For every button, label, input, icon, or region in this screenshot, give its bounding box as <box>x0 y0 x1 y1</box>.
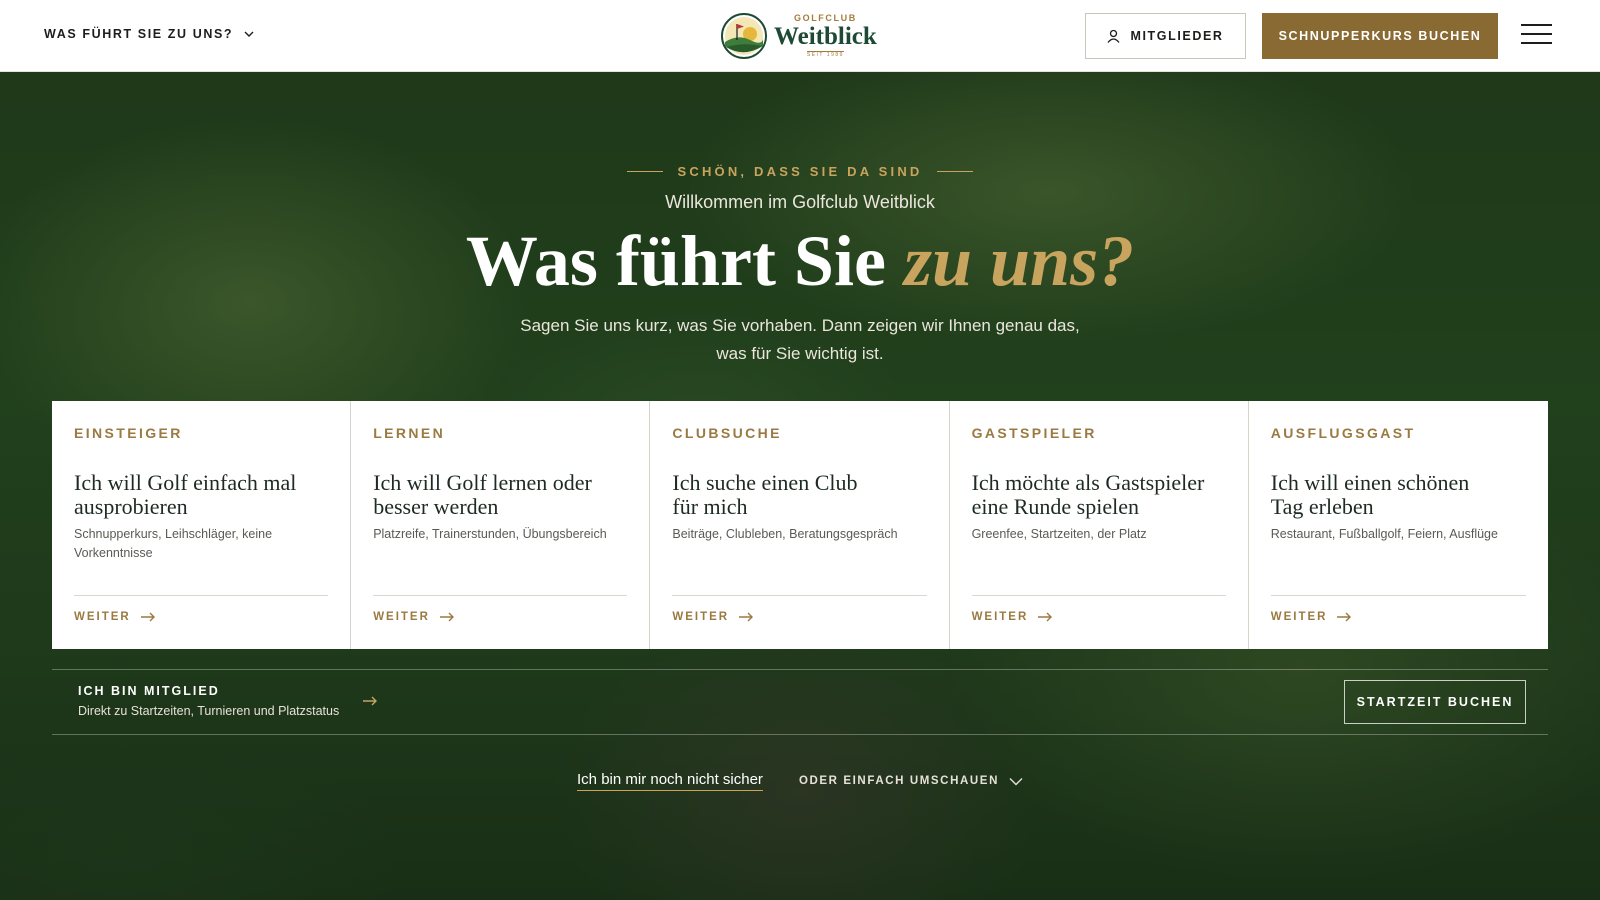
card-more-label: WEITER <box>971 611 1029 623</box>
card-more-link[interactable]: WEITER <box>373 611 455 623</box>
card-category: AUSFLUGSGAST <box>1270 425 1416 441</box>
card-clubsuche[interactable]: CLUBSUCHE Ich suche einen Club für mich B… <box>650 401 950 649</box>
arrow-right-icon <box>439 612 454 622</box>
card-description: Schnupperkurs, Leihschläger, keine Vorke… <box>74 527 273 560</box>
card-divider <box>74 595 329 596</box>
card-title-line: besser werden <box>373 494 499 519</box>
card-divider <box>1270 595 1526 596</box>
browse-link[interactable]: ODER EINFACH UMSCHAUEN <box>799 775 1023 787</box>
card-gastspieler[interactable]: GASTSPIELER Ich möchte als Gastspieler ei… <box>949 401 1249 649</box>
card-einsteiger[interactable]: EINSTEIGER Ich will Golf einfach mal ausp… <box>52 401 352 649</box>
book-tee-time-button[interactable]: STARTZEIT BUCHEN <box>1344 680 1526 724</box>
card-more-label: WEITER <box>373 611 430 623</box>
card-title-line: eine Runde spielen <box>971 494 1139 519</box>
card-description: Beiträge, Clubleben, Beratungsgespräch <box>672 527 898 541</box>
logo-text: GOLFCLUB Weitblick SEIT 1989 <box>774 14 877 58</box>
eyebrow-text: SCHÖN, DASS SIE DA SIND <box>677 164 923 179</box>
arrow-right-icon <box>1337 612 1352 622</box>
card-category: EINSTEIGER <box>74 425 183 441</box>
card-more-label: WEITER <box>672 611 730 623</box>
card-more-link[interactable]: WEITER <box>74 611 156 623</box>
card-more-link[interactable]: WEITER <box>972 611 1054 623</box>
card-more-label: WEITER <box>1270 611 1328 623</box>
logo[interactable]: GOLFCLUB Weitblick SEIT 1989 <box>720 12 877 60</box>
card-category: LERNEN <box>373 425 446 441</box>
card-more-link[interactable]: WEITER <box>672 611 754 623</box>
arrow-right-icon <box>363 696 378 706</box>
lead-line-2: was für Sie wichtig ist. <box>716 344 884 363</box>
user-icon <box>1107 29 1120 43</box>
book-tee-time-label: STARTZEIT BUCHEN <box>1356 695 1514 709</box>
eyebrow-line-left <box>627 171 664 172</box>
card-title-line: Tag erleben <box>1270 494 1374 519</box>
lead-line-1: Sagen Sie uns kurz, was Sie vorhaben. Da… <box>520 316 1080 335</box>
card-title-line: ausprobieren <box>74 494 188 519</box>
card-title: Ich will Golf lernen oder besser werden <box>373 471 627 519</box>
chevron-down-icon <box>244 31 254 37</box>
logo-small-text: GOLFCLUB <box>794 13 857 23</box>
headline-main: Was führt Sie <box>465 221 904 301</box>
member-text: ICH BIN MITGLIED Direkt zu Startzeiten, … <box>78 684 339 718</box>
card-divider <box>971 595 1226 596</box>
member-subtitle: Direkt zu Startzeiten, Turnieren und Pla… <box>78 704 340 718</box>
card-category: CLUBSUCHE <box>672 425 782 441</box>
intent-cards: EINSTEIGER Ich will Golf einfach mal ausp… <box>52 401 1548 649</box>
members-button-label: MITGLIEDER <box>1130 29 1224 43</box>
member-bar: ICH BIN MITGLIED Direkt zu Startzeiten, … <box>52 669 1548 735</box>
card-divider <box>672 595 927 596</box>
arrow-right-icon <box>140 612 155 622</box>
member-link[interactable]: ICH BIN MITGLIED Direkt zu Startzeiten, … <box>78 684 378 718</box>
hero-welcome: Willkommen im Golfclub Weitblick <box>665 192 935 212</box>
card-description: Greenfee, Startzeiten, der Platz <box>971 527 1147 541</box>
card-title-line: Ich will Golf einfach mal <box>74 470 297 495</box>
nav-menu-dropdown[interactable]: WAS FÜHRT SIE ZU UNS? <box>44 27 255 41</box>
members-button[interactable]: MITGLIEDER <box>1085 13 1246 59</box>
hero-eyebrow: SCHÖN, DASS SIE DA SIND <box>0 164 1600 179</box>
site-header: WAS FÜHRT SIE ZU UNS? GOLFCLUB Weitblick… <box>0 0 1600 72</box>
card-title-line: Ich suche einen Club <box>672 470 858 495</box>
nav-menu-label: WAS FÜHRT SIE ZU UNS? <box>44 27 234 41</box>
card-category: GASTSPIELER <box>971 425 1097 441</box>
golf-emblem-icon <box>721 13 767 59</box>
card-more-link[interactable]: WEITER <box>1271 611 1353 623</box>
member-title: ICH BIN MITGLIED <box>78 684 220 698</box>
unsure-link[interactable]: Ich bin mir noch nicht sicher <box>577 771 763 791</box>
card-title: Ich möchte als Gastspieler eine Runde spi… <box>972 471 1226 519</box>
card-title-line: Ich möchte als Gastspieler <box>971 470 1205 495</box>
card-more-label: WEITER <box>74 611 131 623</box>
card-description: Restaurant, Fußballgolf, Feiern, Ausflüg… <box>1270 527 1498 541</box>
card-title-line: für mich <box>672 494 748 519</box>
card-divider <box>373 595 628 596</box>
arrow-right-icon <box>1038 612 1053 622</box>
hamburger-menu-icon[interactable] <box>1521 24 1552 46</box>
bottom-links: Ich bin mir noch nicht sicher ODER EINFA… <box>0 771 1600 791</box>
logo-name: Weitblick <box>774 23 877 50</box>
headline-accent: zu uns? <box>903 221 1135 301</box>
book-trial-button[interactable]: SCHNUPPERKURS BUCHEN <box>1262 13 1498 59</box>
card-title: Ich suche einen Club für mich <box>672 471 926 519</box>
book-trial-button-label: SCHNUPPERKURS BUCHEN <box>1278 29 1482 43</box>
hero-headline: Was führt Sie zu uns? <box>0 221 1600 301</box>
card-title-line: Ich will einen schönen <box>1270 470 1470 495</box>
eyebrow-line-right <box>936 171 973 172</box>
card-lernen[interactable]: LERNEN Ich will Golf lernen oder besser w… <box>351 401 651 649</box>
card-title: Ich will einen schönen Tag erleben <box>1271 471 1526 519</box>
card-description: Platzreife, Trainerstunden, Übungsbereic… <box>373 527 607 541</box>
card-ausflugsgast[interactable]: AUSFLUGSGAST Ich will einen schönen Tag e… <box>1248 401 1548 649</box>
browse-label: ODER EINFACH UMSCHAUEN <box>798 775 999 787</box>
card-title-line: Ich will Golf lernen oder <box>373 470 592 495</box>
chevron-down-icon <box>1009 777 1023 785</box>
hero-lead: Sagen Sie uns kurz, was Sie vorhaben. Da… <box>500 312 1100 368</box>
card-title: Ich will Golf einfach mal ausprobieren <box>74 471 328 519</box>
arrow-right-icon <box>739 612 754 622</box>
logo-since: SEIT 1989 <box>806 51 844 58</box>
